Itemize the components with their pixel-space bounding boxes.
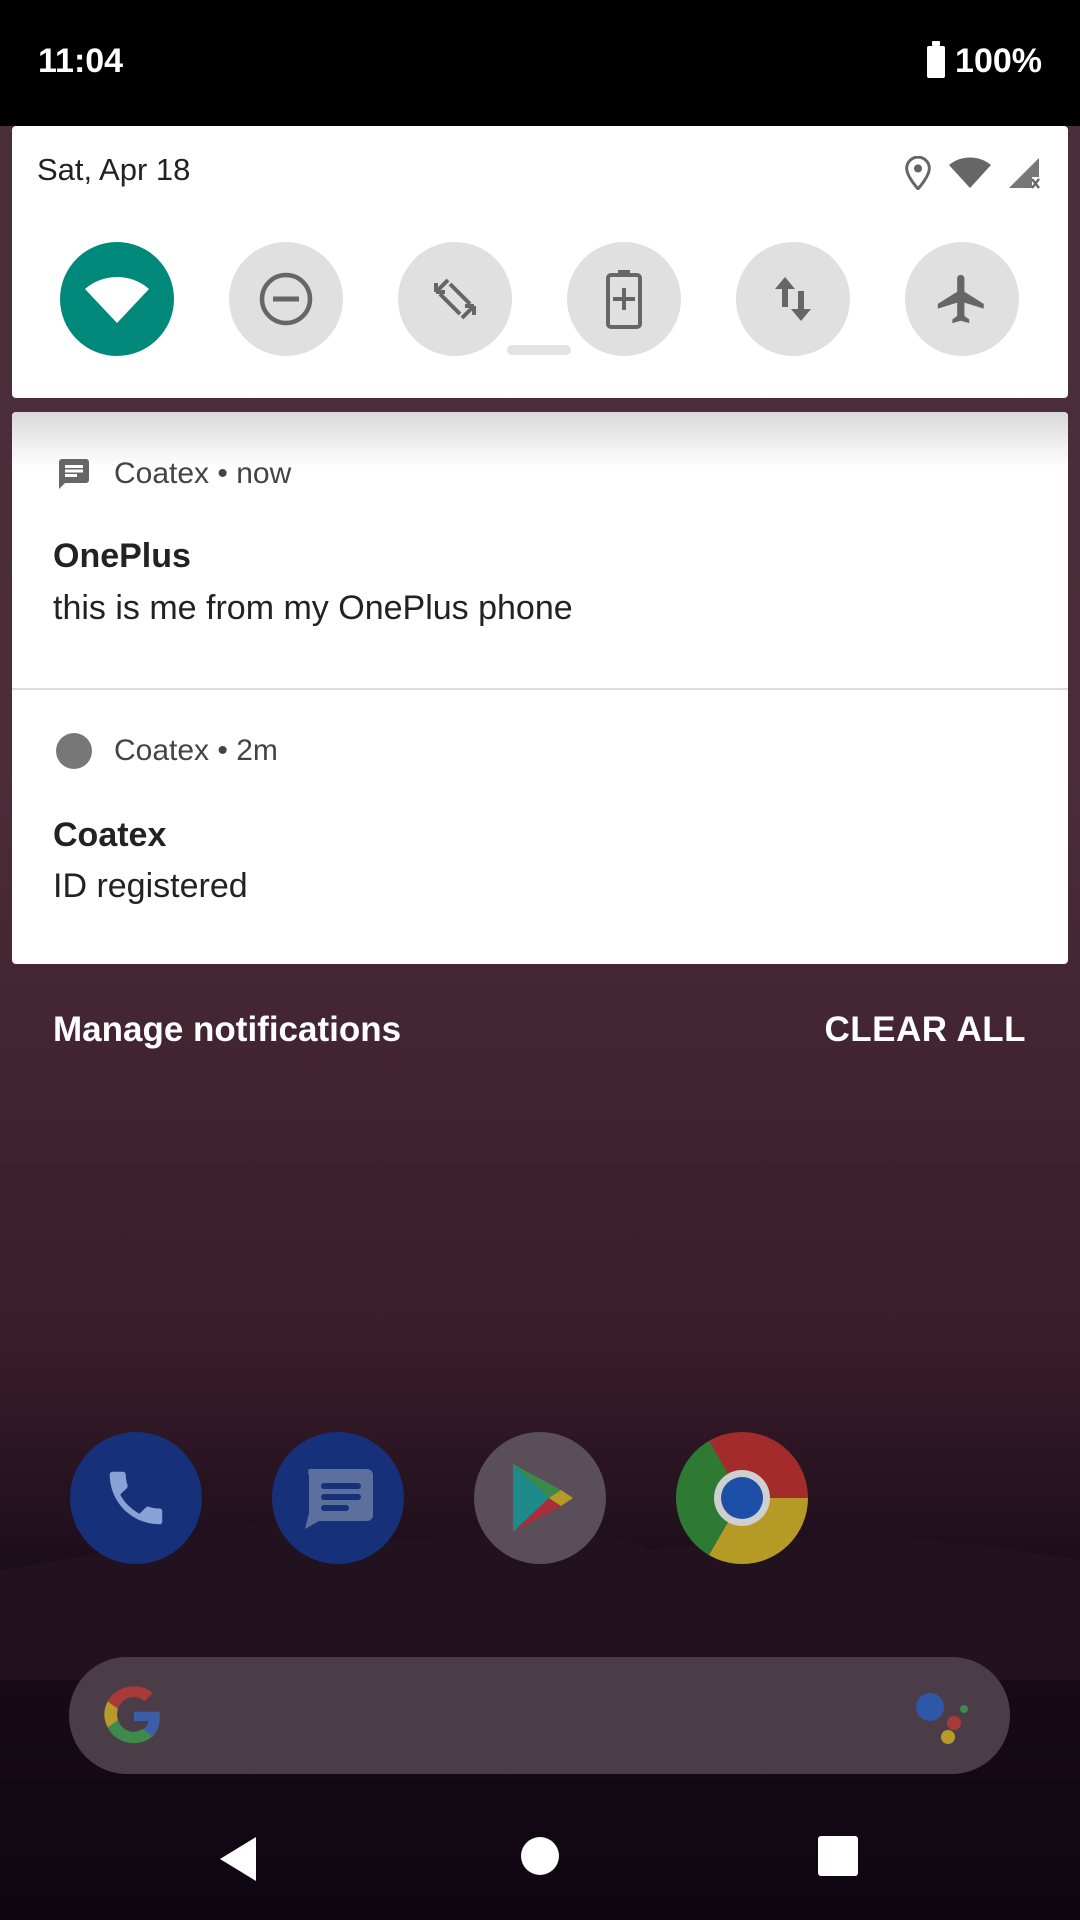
manage-notifications-button[interactable]: Manage notifications <box>53 1010 401 1050</box>
messages-icon <box>305 1469 373 1529</box>
play-store-app-icon[interactable] <box>474 1432 606 1564</box>
notification-header: Coatex • now <box>56 456 291 492</box>
auto-rotate-icon <box>434 278 476 320</box>
chrome-icon <box>714 1470 770 1526</box>
status-time: 11:04 <box>38 42 124 80</box>
battery-percent: 100% <box>955 42 1042 80</box>
tile-airplane-mode[interactable] <box>905 242 1019 356</box>
tile-wifi[interactable] <box>60 242 174 356</box>
quick-settings-panel: Sat, Apr 18 <box>12 126 1068 398</box>
battery-status: 100% <box>927 40 1042 81</box>
notification-title: OnePlus <box>53 537 191 575</box>
google-search-bar[interactable] <box>69 1657 1010 1774</box>
notification-item[interactable]: Coatex • 2m Coatex ID registered <box>12 689 1068 964</box>
do-not-disturb-icon <box>259 272 313 326</box>
recents-button[interactable] <box>818 1836 858 1876</box>
tile-auto-rotate[interactable] <box>398 242 512 356</box>
dot-icon <box>56 733 92 769</box>
phone-icon <box>109 1471 163 1525</box>
tile-mobile-data[interactable] <box>736 242 850 356</box>
notification-time: now <box>236 457 292 490</box>
notification-app: Coatex <box>114 457 210 490</box>
qs-status-icons <box>904 156 1042 190</box>
navigation-bar <box>0 1800 1080 1920</box>
battery-icon <box>927 40 946 78</box>
notification-text: ID registered <box>53 867 248 905</box>
status-bar: 11:04 100% <box>0 0 1080 126</box>
google-assistant-icon <box>916 1693 968 1744</box>
phone-app-icon[interactable] <box>70 1432 202 1564</box>
clear-all-button[interactable]: CLEAR ALL <box>824 1010 1026 1050</box>
notification-time: 2m <box>236 734 278 767</box>
wifi-icon <box>85 277 149 323</box>
airplane-icon <box>937 274 984 324</box>
message-icon <box>59 459 89 489</box>
qs-tiles <box>60 242 1019 356</box>
messages-app-icon[interactable] <box>272 1432 404 1564</box>
notification-header: Coatex • 2m <box>56 733 278 769</box>
back-button[interactable] <box>216 1834 260 1884</box>
location-icon <box>905 156 931 190</box>
qs-date[interactable]: Sat, Apr 18 <box>37 152 190 188</box>
notification-title: Coatex <box>53 816 167 854</box>
notification-text: this is me from my OnePlus phone <box>53 589 573 627</box>
chrome-app-icon[interactable] <box>676 1432 808 1564</box>
notification-app: Coatex <box>114 734 210 767</box>
qs-expand-handle[interactable] <box>507 345 571 355</box>
wifi-signal-icon <box>949 157 991 188</box>
home-button[interactable] <box>520 1836 560 1876</box>
cell-signal-icon <box>1009 158 1040 189</box>
play-store-icon <box>513 1464 573 1532</box>
tile-battery-saver[interactable] <box>567 242 681 356</box>
google-logo-icon <box>104 1686 160 1744</box>
notification-card: Coatex • now OnePlus this is me from my … <box>12 412 1068 964</box>
tile-do-not-disturb[interactable] <box>229 242 343 356</box>
battery-saver-icon <box>606 270 642 329</box>
mobile-data-icon <box>775 277 811 321</box>
notification-item[interactable]: Coatex • now OnePlus this is me from my … <box>12 412 1068 690</box>
